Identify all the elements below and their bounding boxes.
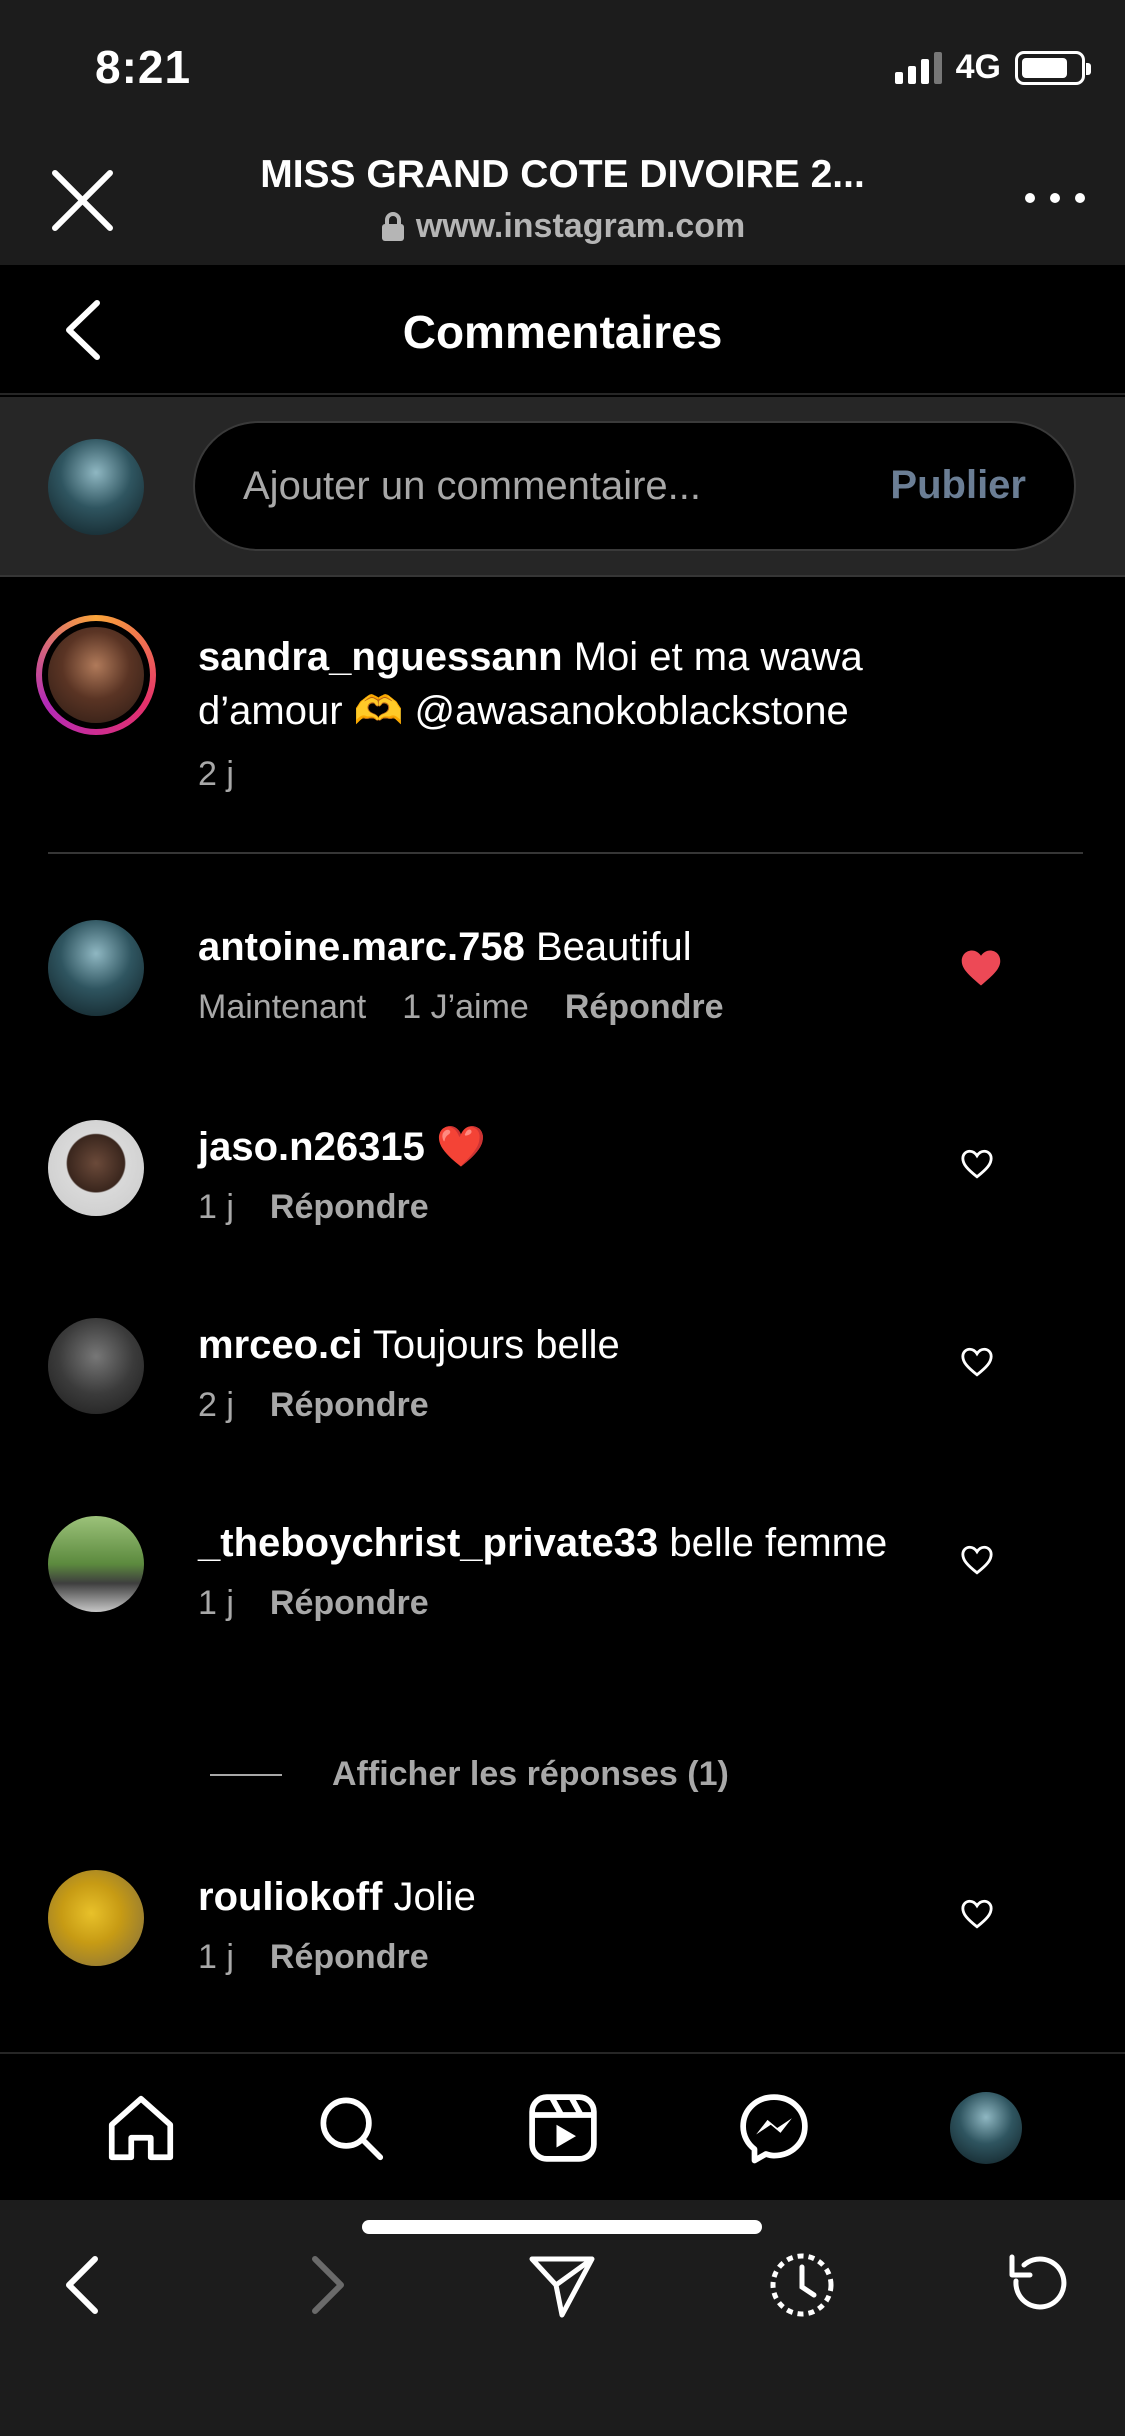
browser-header: MISS GRAND COTE DIVOIRE 2... www.instagr… bbox=[0, 135, 1125, 265]
commenter-avatar[interactable] bbox=[48, 1516, 144, 1612]
view-replies-button[interactable]: Afficher les réponses (1) bbox=[210, 1755, 729, 1794]
comment-body: mrceo.ci Toujours belle 2 j Répondre bbox=[198, 1318, 918, 1425]
caption-username[interactable]: sandra_nguessann bbox=[198, 635, 563, 679]
battery-icon bbox=[1015, 50, 1091, 85]
comment-time: Maintenant bbox=[198, 988, 367, 1026]
browser-page-title: MISS GRAND COTE DIVOIRE 2... bbox=[260, 153, 865, 196]
signal-icon bbox=[894, 51, 942, 84]
reload-icon[interactable] bbox=[998, 2245, 1078, 2325]
comment-text: Jolie bbox=[393, 1875, 476, 1919]
comment-text: Toujours belle bbox=[372, 1323, 620, 1367]
commenter-avatar[interactable] bbox=[48, 920, 144, 1016]
comment-input[interactable] bbox=[243, 423, 803, 549]
comment-time: 1 j bbox=[198, 1938, 234, 1976]
heart-outline-icon[interactable] bbox=[960, 1346, 1002, 1386]
lock-icon bbox=[381, 211, 404, 241]
browser-title-block: MISS GRAND COTE DIVOIRE 2... www.instagr… bbox=[200, 153, 925, 246]
reply-button[interactable]: Répondre bbox=[270, 1386, 429, 1425]
heart-filled-icon[interactable] bbox=[960, 948, 1002, 988]
back-icon[interactable] bbox=[45, 2245, 125, 2325]
comment-input-pill: Publier bbox=[193, 421, 1076, 551]
tab-bar bbox=[0, 2052, 1125, 2200]
comment-body: jaso.n26315 ❤️ 1 j Répondre bbox=[198, 1120, 918, 1227]
more-options-icon[interactable] bbox=[1025, 173, 1085, 223]
comment-username[interactable]: antoine.marc.758 bbox=[198, 925, 525, 969]
status-time: 8:21 bbox=[95, 41, 192, 93]
divider-line bbox=[210, 1773, 282, 1776]
caption-text: sandra_nguessann Moi et ma wawa d’amour … bbox=[198, 630, 998, 738]
current-user-avatar[interactable] bbox=[48, 439, 144, 535]
comment-item: rouliokoff Jolie 1 j Répondre bbox=[0, 1870, 1125, 2030]
url-text: www.instagram.com bbox=[415, 207, 746, 245]
comment-username[interactable]: rouliokoff bbox=[198, 1875, 382, 1919]
heart-outline-icon[interactable] bbox=[960, 1544, 1002, 1584]
caption-meta: 2 j bbox=[198, 755, 234, 794]
commenter-avatar[interactable] bbox=[48, 1120, 144, 1216]
commenter-avatar[interactable] bbox=[48, 1318, 144, 1414]
browser-url: www.instagram.com bbox=[200, 207, 925, 246]
comment-likes[interactable]: 1 J’aime bbox=[402, 988, 529, 1027]
comment-item: jaso.n26315 ❤️ 1 j Répondre bbox=[0, 1120, 1125, 1280]
comment-body: rouliokoff Jolie 1 j Répondre bbox=[198, 1870, 918, 1977]
status-indicators: 4G bbox=[894, 48, 1091, 87]
status-bar: 8:21 4G bbox=[0, 0, 1125, 135]
reply-button[interactable]: Répondre bbox=[270, 1584, 429, 1623]
heart-outline-icon[interactable] bbox=[960, 1898, 1002, 1938]
post-caption: sandra_nguessann Moi et ma wawa d’amour … bbox=[0, 580, 1125, 855]
network-label: 4G bbox=[955, 48, 1001, 86]
forward-icon[interactable] bbox=[285, 2245, 365, 2325]
history-icon[interactable] bbox=[762, 2245, 842, 2325]
publish-button[interactable]: Publier bbox=[890, 463, 1026, 508]
comment-item: antoine.marc.758 Beautiful Maintenant 1 … bbox=[0, 920, 1125, 1090]
caption-author-avatar[interactable] bbox=[36, 615, 156, 735]
heart-outline-icon[interactable] bbox=[960, 1148, 1002, 1188]
search-icon[interactable] bbox=[312, 2089, 390, 2167]
comment-time: 1 j bbox=[198, 1188, 234, 1226]
comment-username[interactable]: mrceo.ci bbox=[198, 1323, 363, 1367]
comment-username[interactable]: _theboychrist_private33 bbox=[198, 1521, 658, 1565]
profile-avatar[interactable] bbox=[950, 2092, 1022, 2164]
divider bbox=[48, 852, 1083, 854]
view-replies-label: Afficher les réponses (1) bbox=[332, 1755, 729, 1793]
commenter-avatar[interactable] bbox=[48, 1870, 144, 1966]
comment-time: 1 j bbox=[198, 1584, 234, 1622]
page-title: Commentaires bbox=[402, 306, 723, 358]
comment-time: 2 j bbox=[198, 1386, 234, 1424]
reels-icon[interactable] bbox=[524, 2089, 602, 2167]
share-icon[interactable] bbox=[522, 2245, 602, 2325]
comments-header: Commentaires bbox=[0, 265, 1125, 395]
comment-item: mrceo.ci Toujours belle 2 j Répondre bbox=[0, 1318, 1125, 1478]
comment-body: antoine.marc.758 Beautiful Maintenant 1 … bbox=[198, 920, 918, 1027]
browser-toolbar bbox=[0, 2200, 1125, 2436]
close-icon[interactable] bbox=[45, 163, 120, 238]
home-indicator[interactable] bbox=[362, 2220, 762, 2234]
reply-button[interactable]: Répondre bbox=[565, 988, 724, 1027]
messenger-icon[interactable] bbox=[735, 2089, 813, 2167]
comment-text: Beautiful bbox=[535, 925, 692, 969]
reply-button[interactable]: Répondre bbox=[270, 1188, 429, 1227]
caption-time: 2 j bbox=[198, 755, 234, 793]
comment-text: belle femme bbox=[669, 1521, 888, 1565]
comment-username[interactable]: jaso.n26315 bbox=[198, 1125, 425, 1169]
comment-item: _theboychrist_private33 belle femme 1 j … bbox=[0, 1516, 1125, 1736]
comment-composer: Publier bbox=[0, 397, 1125, 577]
comment-text: ❤️ bbox=[435, 1125, 486, 1169]
reply-button[interactable]: Répondre bbox=[270, 1938, 429, 1977]
home-icon[interactable] bbox=[102, 2089, 180, 2167]
comment-body: _theboychrist_private33 belle femme 1 j … bbox=[198, 1516, 918, 1623]
